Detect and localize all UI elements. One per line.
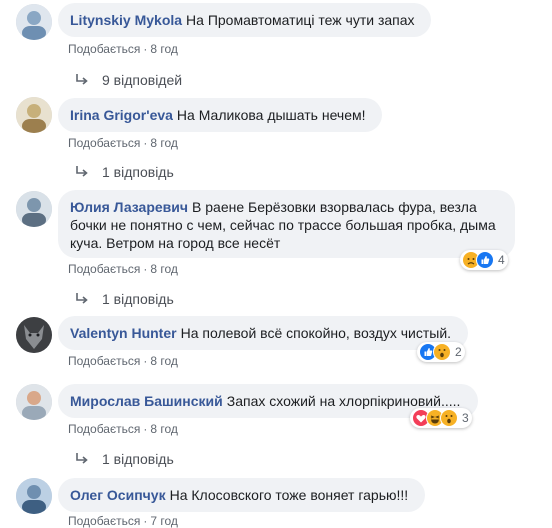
comment-bubble: Valentyn Hunter На полевой всё спокойно, … (58, 316, 468, 350)
reply-arrow-icon (76, 74, 88, 85)
wow-reaction-icon (440, 409, 458, 427)
like-link[interactable]: Подобається (68, 136, 140, 150)
comment-time[interactable]: 7 год (150, 514, 178, 528)
reaction-count: 3 (462, 411, 469, 425)
replies-label: 1 відповідь (102, 291, 174, 307)
comment-text: Запах схожий на хлорпікриновий..... (226, 393, 461, 409)
like-link[interactable]: Подобається (68, 422, 140, 436)
avatar[interactable] (16, 4, 52, 40)
replies-label: 1 відповідь (102, 164, 174, 180)
reaction-summary[interactable]: 4 (460, 250, 508, 270)
avatar[interactable] (16, 384, 52, 420)
like-link[interactable]: Подобається (68, 354, 140, 368)
comment-text: На Маликова дышать нечем! (176, 107, 366, 123)
comment-time[interactable]: 8 год (150, 422, 178, 436)
avatar[interactable] (16, 97, 52, 133)
like-reaction-icon (476, 251, 494, 269)
avatar[interactable] (16, 317, 52, 353)
comment-meta: Подобається · 8 год (68, 262, 178, 276)
reply-arrow-icon (76, 293, 88, 304)
comment-time[interactable]: 8 год (150, 42, 178, 56)
view-replies-link[interactable]: 1 відповідь (74, 291, 174, 307)
replies-label: 1 відповідь (102, 451, 174, 467)
comment-meta: Подобається · 8 год (68, 354, 178, 368)
reply-arrow-icon (76, 166, 88, 177)
like-link[interactable]: Подобається (68, 514, 140, 528)
comment-author[interactable]: Юлия Лазаревич (70, 199, 188, 215)
reaction-count: 4 (498, 253, 505, 267)
comment-text: На полевой всё спокойно, воздух чистый. (180, 325, 452, 341)
comment-bubble: Irina Grigor'eva На Маликова дышать нечем… (58, 98, 382, 132)
view-replies-link[interactable]: 1 відповідь (74, 164, 174, 180)
comment-text: На Промавтоматиці теж чути запах (186, 12, 415, 28)
comment-time[interactable]: 8 год (150, 354, 178, 368)
comment-bubble: Юлия Лазаревич В раене Берёзовки взорвала… (58, 190, 515, 258)
comment-meta: Подобається · 8 год (68, 42, 178, 56)
like-link[interactable]: Подобається (68, 42, 140, 56)
avatar[interactable] (16, 191, 52, 227)
comment-meta: Подобається · 8 год (68, 136, 178, 150)
avatar[interactable] (16, 478, 52, 514)
reaction-summary[interactable]: 2 (417, 342, 465, 362)
reply-arrow-icon (76, 453, 88, 464)
comment-meta: Подобається · 8 год (68, 422, 178, 436)
like-link[interactable]: Подобається (68, 262, 140, 276)
comment-bubble: Олег Осипчук На Клосовского тоже воняет г… (58, 478, 425, 512)
comment-meta: Подобається · 7 год (68, 514, 178, 528)
reaction-summary[interactable]: 3 (410, 408, 472, 428)
reaction-count: 2 (455, 345, 462, 359)
comment-author[interactable]: Litynskiy Mykola (70, 12, 182, 28)
wow-reaction-icon (433, 343, 451, 361)
comment-time[interactable]: 8 год (150, 262, 178, 276)
replies-label: 9 відповідей (102, 72, 183, 88)
comment-author[interactable]: Irina Grigor'eva (70, 107, 173, 123)
view-replies-link[interactable]: 9 відповідей (74, 72, 182, 88)
comment-author[interactable]: Valentyn Hunter (70, 325, 177, 341)
comment-author[interactable]: Мирослав Башинский (70, 393, 223, 409)
comment-author[interactable]: Олег Осипчук (70, 487, 166, 503)
comment-text: На Клосовского тоже воняет гарью!!! (169, 487, 409, 503)
comment-bubble: Litynskiy Mykola На Промавтоматиці теж чу… (58, 3, 431, 37)
view-replies-link[interactable]: 1 відповідь (74, 451, 174, 467)
comment-time[interactable]: 8 год (150, 136, 178, 150)
